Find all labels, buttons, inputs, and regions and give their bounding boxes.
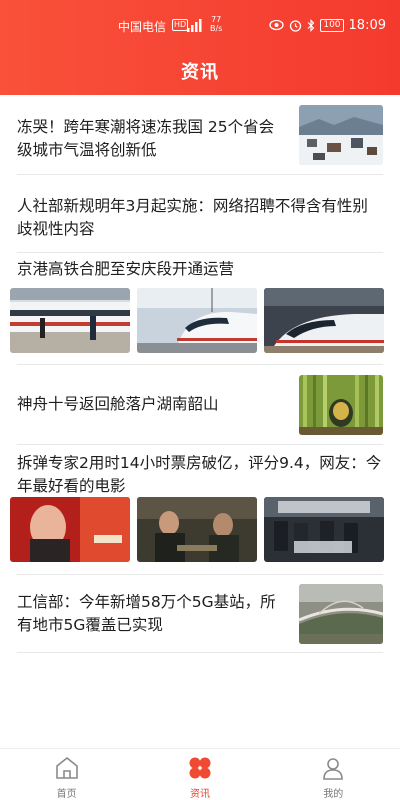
imax-poster-image xyxy=(264,497,384,562)
bamboo-forest-image xyxy=(299,375,383,435)
home-icon xyxy=(55,756,78,779)
image-row xyxy=(10,288,384,353)
bullet-train-front-image xyxy=(137,288,257,353)
bluetooth-icon xyxy=(307,18,315,32)
news-title: 拆弹专家2用时14小时票房破亿，评分9.4，网友：今年最好看的电影 xyxy=(17,454,382,495)
eye-icon xyxy=(269,19,284,31)
clock: 18:09 xyxy=(348,17,386,33)
nav-home-label: 首页 xyxy=(56,789,77,800)
news-title: 京港高铁合肥至安庆段开通运营 xyxy=(17,260,235,278)
movie-poster-image xyxy=(10,497,130,562)
carrier-label: 中国电信 xyxy=(118,20,167,34)
news-item[interactable]: 神舟十号返回舱落户湖南韶山 xyxy=(17,365,383,445)
bullet-train-station-image xyxy=(264,288,384,353)
news-item[interactable]: 拆弹专家2用时14小时票房破亿，评分9.4，网友：今年最好看的电影 xyxy=(10,445,384,575)
app-header: 中国电信 HD 77 B/s 100 18:09 资讯 xyxy=(0,0,400,95)
bottom-nav: 首页 资讯 我的 xyxy=(0,748,400,800)
nav-news-label: 资讯 xyxy=(189,789,210,800)
profile-icon xyxy=(323,758,344,780)
net-speed-value: 77 xyxy=(211,15,222,24)
status-icons: 100 18:09 xyxy=(269,16,386,34)
news-title: 人社部新规明年3月起实施：网络招聘不得含有性别歧视性内容 xyxy=(17,197,368,238)
battery-icon: 100 xyxy=(320,18,344,32)
train-platform-image xyxy=(10,288,130,353)
signal-icon xyxy=(187,19,202,32)
bridge-aerial-image xyxy=(299,584,383,644)
news-title: 工信部：今年新增58万个5G基站，所有地市5G覆盖已实现 xyxy=(17,593,276,634)
movie-scene-image xyxy=(137,497,257,562)
nav-profile-label: 我的 xyxy=(323,789,344,800)
nav-news[interactable]: 资讯 xyxy=(133,749,266,800)
news-title: 冻哭！跨年寒潮将速冻我国 25个省会级城市气温将创新低 xyxy=(17,118,275,159)
snow-town-image xyxy=(299,105,383,165)
news-title: 神舟十号返回舱落户湖南韶山 xyxy=(17,395,219,413)
news-item[interactable]: 冻哭！跨年寒潮将速冻我国 25个省会级城市气温将创新低 xyxy=(17,95,383,175)
news-icon xyxy=(189,757,211,779)
net-speed-unit: B/s xyxy=(210,24,223,33)
news-item[interactable]: 人社部新规明年3月起实施：网络招聘不得含有性别歧视性内容 xyxy=(17,175,383,253)
news-item[interactable]: 京港高铁合肥至安庆段开通运营 xyxy=(10,253,384,365)
status-bar: 中国电信 HD 77 B/s 100 18:09 xyxy=(0,0,400,52)
news-item[interactable]: 工信部：今年新增58万个5G基站，所有地市5G覆盖已实现 xyxy=(17,575,383,653)
nav-home[interactable]: 首页 xyxy=(0,749,133,800)
image-row xyxy=(10,497,384,562)
page-title: 资讯 xyxy=(181,62,219,83)
alarm-icon xyxy=(290,19,302,32)
net-speed: 77 B/s xyxy=(210,15,222,33)
nav-profile[interactable]: 我的 xyxy=(267,749,400,800)
